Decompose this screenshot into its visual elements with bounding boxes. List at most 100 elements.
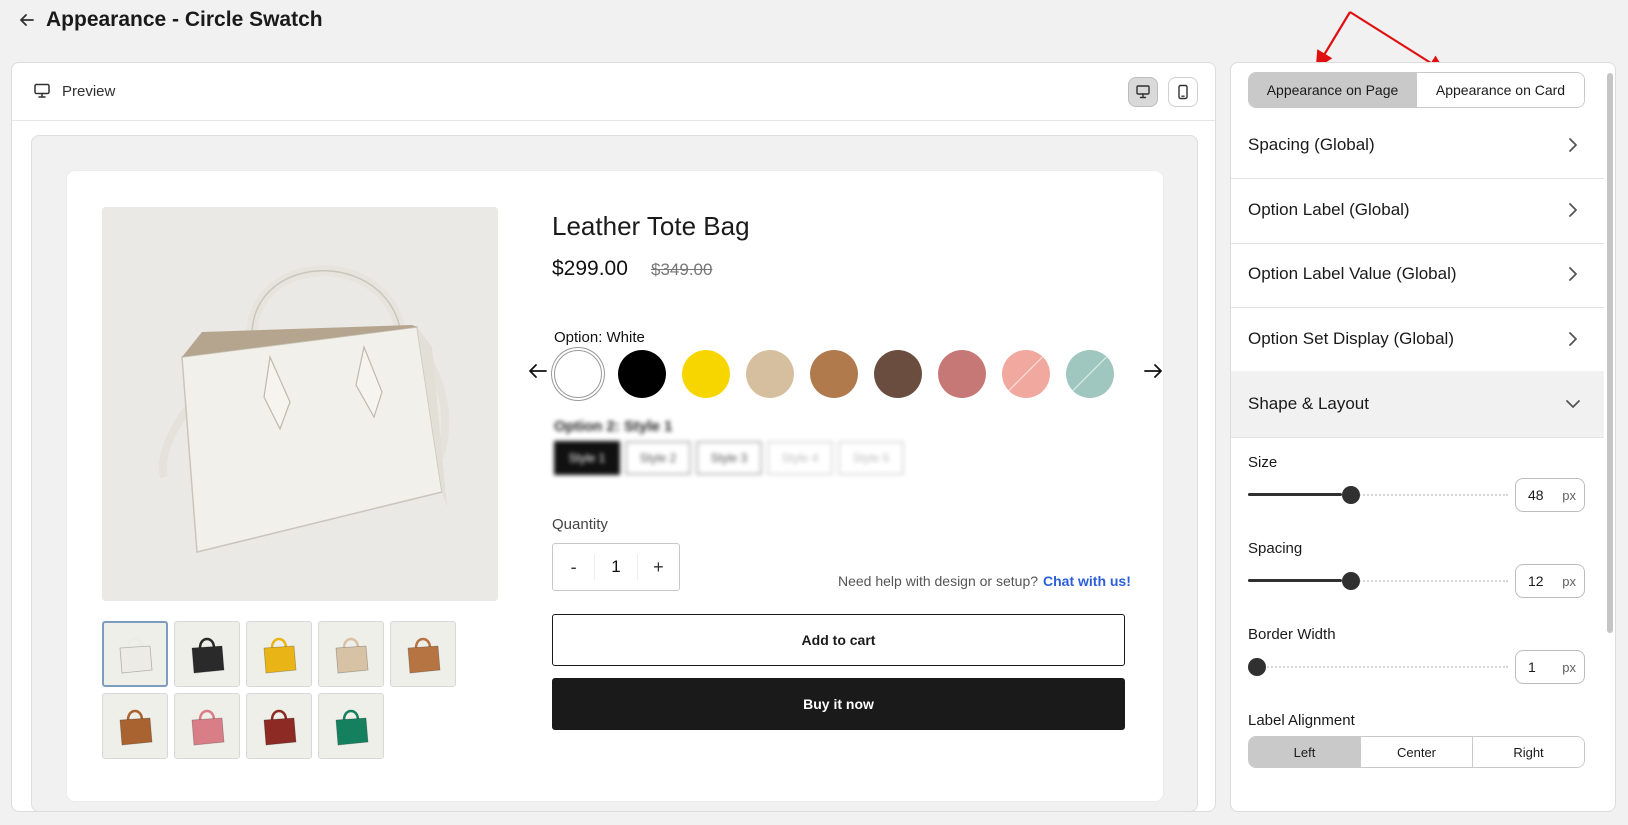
preview-panel: Preview Leather Tote Bag $299.00 $349.00… bbox=[11, 62, 1216, 812]
add-to-cart-button[interactable]: Add to cart bbox=[552, 614, 1125, 666]
preview-label: Preview bbox=[62, 83, 116, 100]
slider-handle[interactable] bbox=[1248, 658, 1266, 676]
settings-scrollbar[interactable] bbox=[1607, 73, 1613, 633]
preview-header: Preview bbox=[12, 63, 1215, 121]
option2-value-button[interactable]: Style 1 bbox=[554, 441, 620, 475]
preview-stage: Leather Tote Bag $299.00 $349.00 Option:… bbox=[31, 135, 1198, 811]
swatch-prev-arrow-icon[interactable] bbox=[526, 359, 550, 383]
top-bar: Appearance - Circle Swatch bbox=[0, 0, 1628, 48]
color-swatch[interactable] bbox=[1002, 350, 1050, 398]
option2-group: Option 2: Style 1 Style 1 Style 2 Style 3S… bbox=[554, 418, 904, 475]
section-option-set-display-global[interactable]: Option Set Display (Global) bbox=[1231, 306, 1604, 373]
align-left-button[interactable]: Left bbox=[1249, 737, 1360, 767]
align-right-button[interactable]: Right bbox=[1472, 737, 1584, 767]
product-thumbnail[interactable] bbox=[102, 621, 168, 687]
chevron-down-icon bbox=[1566, 400, 1580, 408]
option2-value-button[interactable]: Style 3 bbox=[696, 441, 762, 475]
product-thumbnail[interactable] bbox=[246, 621, 312, 687]
chat-link[interactable]: Chat with us! bbox=[1043, 573, 1131, 589]
bag-thumbnail-icon bbox=[263, 709, 297, 746]
section-label: Shape & Layout bbox=[1248, 394, 1369, 413]
appearance-tabs: Appearance on Page Appearance on Card bbox=[1248, 72, 1585, 108]
option2-value-button[interactable]: Style 2 bbox=[625, 441, 691, 475]
spacing-input[interactable]: 12 px bbox=[1515, 564, 1585, 598]
quantity-label: Quantity bbox=[552, 516, 608, 533]
desktop-icon bbox=[1136, 85, 1150, 99]
border-width-label: Border Width bbox=[1248, 626, 1336, 643]
option2-value-button[interactable]: Style 4 bbox=[767, 441, 833, 475]
monitor-icon bbox=[34, 83, 50, 98]
bag-thumbnail-icon bbox=[191, 637, 225, 674]
bag-thumbnail-icon bbox=[191, 709, 225, 746]
product-thumbnail[interactable] bbox=[318, 621, 384, 687]
product-thumbnail[interactable] bbox=[246, 693, 312, 759]
bag-thumbnail-icon bbox=[335, 709, 369, 746]
section-label: Option Label (Global) bbox=[1248, 200, 1410, 219]
quantity-increase-button[interactable]: + bbox=[638, 557, 679, 578]
back-arrow-icon[interactable] bbox=[17, 10, 37, 30]
color-swatch[interactable] bbox=[938, 350, 986, 398]
option-label: Option: White bbox=[554, 329, 645, 346]
color-swatch[interactable] bbox=[810, 350, 858, 398]
border-width-unit: px bbox=[1562, 659, 1576, 675]
size-slider[interactable] bbox=[1248, 485, 1508, 505]
product-title: Leather Tote Bag bbox=[552, 211, 750, 241]
product-thumbnail[interactable] bbox=[102, 693, 168, 759]
color-swatch[interactable] bbox=[682, 350, 730, 398]
slider-track bbox=[1248, 666, 1508, 668]
color-swatch[interactable] bbox=[1066, 350, 1114, 398]
spacing-slider[interactable] bbox=[1248, 571, 1508, 591]
option2-value-button[interactable]: Style 5 bbox=[838, 441, 904, 475]
label-alignment-label: Label Alignment bbox=[1248, 712, 1355, 729]
align-center-button[interactable]: Center bbox=[1360, 737, 1472, 767]
tab-appearance-on-page[interactable]: Appearance on Page bbox=[1249, 73, 1416, 107]
product-thumbnail[interactable] bbox=[390, 621, 456, 687]
slider-fill bbox=[1248, 493, 1342, 496]
bag-thumbnail-icon bbox=[263, 637, 297, 674]
color-swatch[interactable] bbox=[746, 350, 794, 398]
border-width-input[interactable]: 1 px bbox=[1515, 650, 1585, 684]
unavailable-slash bbox=[1005, 353, 1047, 394]
color-swatch[interactable] bbox=[874, 350, 922, 398]
chevron-right-icon bbox=[1569, 267, 1577, 281]
product-main-image bbox=[102, 207, 498, 601]
help-text: Need help with design or setup? bbox=[838, 573, 1039, 589]
product-thumbnail[interactable] bbox=[318, 693, 384, 759]
section-spacing-global[interactable]: Spacing (Global) bbox=[1231, 112, 1604, 179]
size-input[interactable]: 48 px bbox=[1515, 478, 1585, 512]
option2-label: Option 2: Style 1 bbox=[554, 418, 673, 435]
bag-thumbnail-icon bbox=[407, 637, 441, 674]
page-title: Appearance - Circle Swatch bbox=[46, 8, 323, 31]
size-unit: px bbox=[1562, 487, 1576, 503]
color-swatch[interactable] bbox=[618, 350, 666, 398]
tab-appearance-on-card[interactable]: Appearance on Card bbox=[1416, 73, 1584, 107]
tote-bag-image bbox=[102, 207, 498, 601]
product-thumbnail[interactable] bbox=[174, 693, 240, 759]
desktop-view-button[interactable] bbox=[1128, 77, 1158, 107]
bag-thumbnail-icon bbox=[119, 709, 153, 746]
slider-handle[interactable] bbox=[1342, 572, 1360, 590]
bag-thumbnail-icon bbox=[119, 637, 153, 674]
slider-handle[interactable] bbox=[1342, 486, 1360, 504]
product-thumbnail[interactable] bbox=[174, 621, 240, 687]
swatch-next-arrow-icon[interactable] bbox=[1141, 359, 1165, 383]
border-width-value: 1 bbox=[1528, 659, 1536, 675]
section-shape-layout[interactable]: Shape & Layout bbox=[1231, 371, 1604, 438]
product-card: Leather Tote Bag $299.00 $349.00 Option:… bbox=[67, 171, 1163, 801]
quantity-decrease-button[interactable]: - bbox=[553, 557, 594, 578]
size-value: 48 bbox=[1528, 487, 1544, 503]
quantity-input[interactable]: 1 bbox=[594, 554, 638, 580]
buy-now-button[interactable]: Buy it now bbox=[552, 678, 1125, 730]
border-width-slider[interactable] bbox=[1248, 657, 1508, 677]
settings-panel: Appearance on Page Appearance on Card Sp… bbox=[1230, 62, 1616, 812]
section-option-label-value-global[interactable]: Option Label Value (Global) bbox=[1231, 241, 1604, 308]
unavailable-slash bbox=[1069, 353, 1111, 394]
section-label: Option Set Display (Global) bbox=[1248, 329, 1454, 348]
mobile-icon bbox=[1178, 84, 1188, 100]
color-swatch[interactable] bbox=[554, 350, 602, 398]
chevron-right-icon bbox=[1569, 203, 1577, 217]
spacing-label: Spacing bbox=[1248, 540, 1303, 557]
section-option-label-global[interactable]: Option Label (Global) bbox=[1231, 177, 1604, 244]
mobile-view-button[interactable] bbox=[1168, 77, 1198, 107]
product-price: $299.00 bbox=[552, 257, 628, 280]
